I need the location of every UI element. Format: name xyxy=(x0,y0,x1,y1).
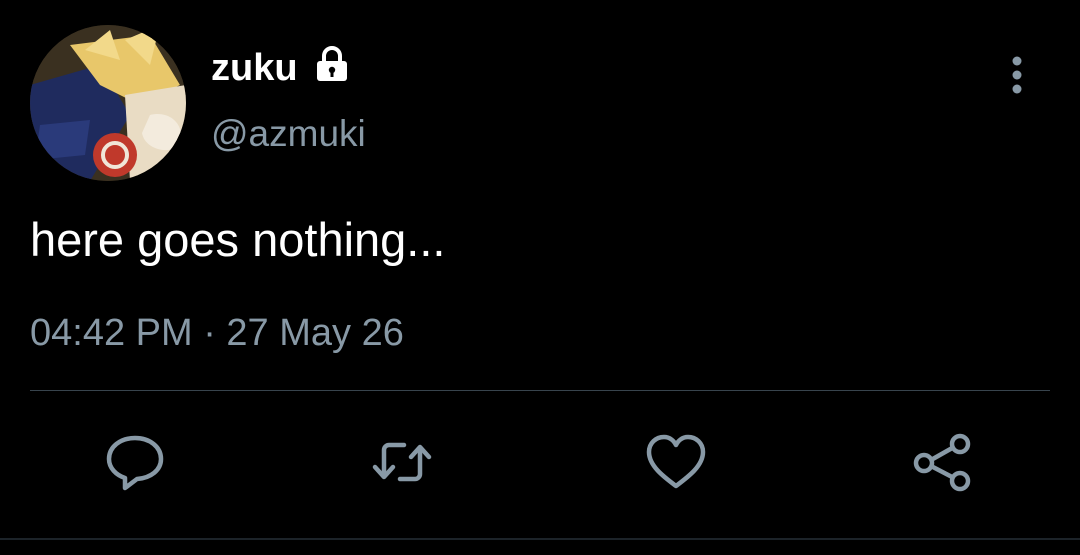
avatar[interactable] xyxy=(30,25,186,181)
tweet-timestamp[interactable]: 04:42 PM · 27 May 26 xyxy=(30,310,404,356)
divider xyxy=(30,390,1050,391)
user-handle[interactable]: @azmuki xyxy=(211,112,366,156)
heart-icon xyxy=(646,434,706,489)
reply-button[interactable] xyxy=(103,430,167,494)
tweet-card: zuku @azmuki here goes nothing... 04:42 … xyxy=(0,0,1080,555)
retweet-button[interactable] xyxy=(370,430,434,494)
more-vertical-icon[interactable] xyxy=(1000,55,1034,99)
lock-icon xyxy=(317,46,347,81)
avatar-image xyxy=(30,25,186,181)
like-button[interactable] xyxy=(644,430,708,494)
reply-icon xyxy=(106,435,164,491)
bottom-divider xyxy=(0,538,1080,540)
retweet-icon xyxy=(372,442,432,482)
share-button[interactable] xyxy=(910,430,974,494)
share-icon xyxy=(913,433,971,492)
display-name[interactable]: zuku xyxy=(211,46,298,90)
tweet-text: here goes nothing... xyxy=(30,213,446,266)
